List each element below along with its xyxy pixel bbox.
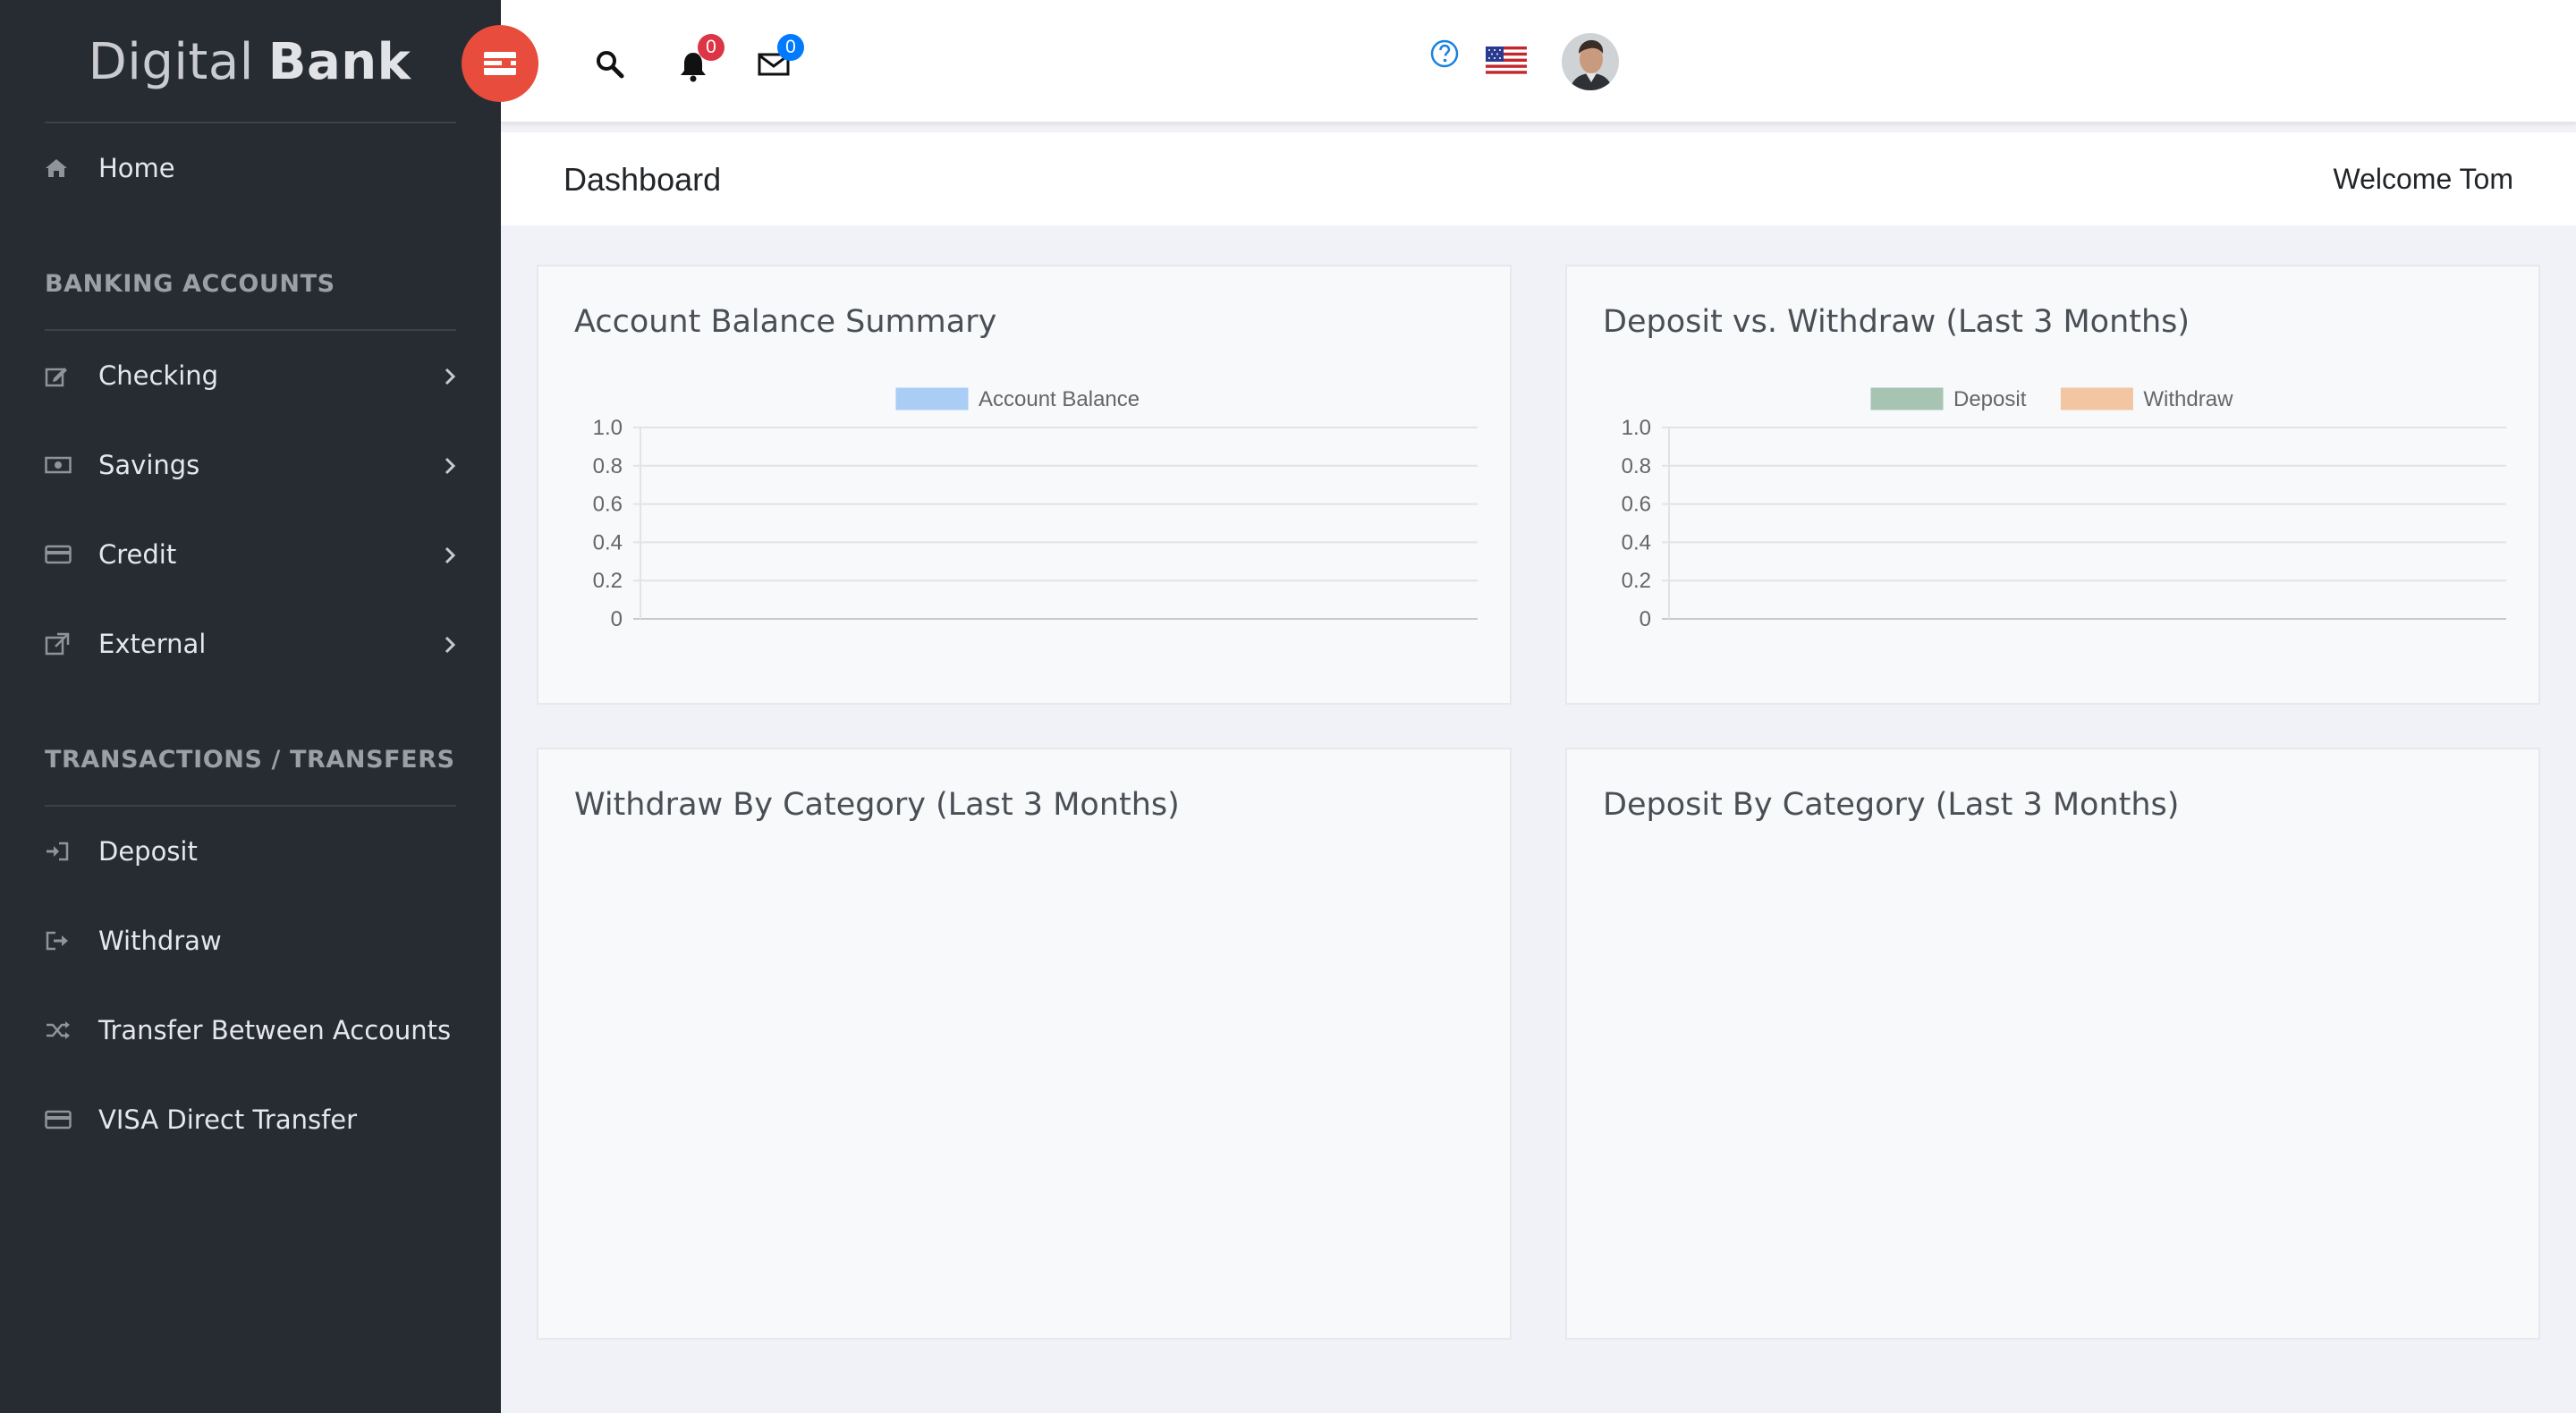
legend-label: Account Balance	[979, 387, 1140, 411]
deposit-withdraw-chart: Deposit Withdraw 1.0 0.8 0.6 0.4 0.2 0	[1622, 387, 2506, 631]
section-title-banking: BANKING ACCOUNTS	[45, 270, 335, 298]
question-circle-icon	[1430, 39, 1459, 68]
sidebar-item-label: Savings	[98, 450, 200, 480]
search-button[interactable]	[595, 49, 625, 84]
edit-icon	[45, 364, 98, 387]
y-tick-label: 0.2	[1622, 569, 1651, 593]
sign-in-icon	[45, 841, 98, 862]
sidebar-item-label: Deposit	[98, 836, 198, 867]
chevron-right-icon	[444, 453, 456, 483]
sidebar-item-transfer[interactable]: Transfer Between Accounts	[45, 1002, 456, 1059]
sidebar-item-label: Transfer Between Accounts	[98, 1015, 452, 1045]
card-title: Deposit By Category (Last 3 Months)	[1603, 787, 2180, 823]
sidebar: Digital Bank Home BANKING ACCOUNTS Check…	[0, 0, 501, 1413]
section-title-transactions: TRANSACTIONS / TRANSFERS	[45, 746, 455, 774]
sidebar-item-label: Home	[98, 153, 175, 183]
language-selector[interactable]	[1486, 47, 1527, 80]
page-title-bar: Dashboard Welcome Tom	[501, 132, 2576, 225]
home-icon	[45, 157, 98, 179]
welcome-message: Welcome Tom	[2333, 163, 2513, 195]
credit-card-icon	[45, 545, 98, 564]
sidebar-item-external[interactable]: External	[45, 615, 456, 673]
money-icon	[45, 455, 98, 475]
brand-logo[interactable]: Digital Bank	[0, 0, 501, 123]
legend-swatch	[895, 387, 969, 410]
chevron-right-icon	[444, 363, 456, 393]
y-tick-label: 0	[611, 607, 623, 631]
messages-badge: 0	[777, 34, 804, 61]
withdraw-category-card: Withdraw By Category (Last 3 Months)	[537, 748, 1512, 1340]
deposit-category-card: Deposit By Category (Last 3 Months)	[1565, 748, 2540, 1340]
search-icon	[597, 51, 624, 79]
page-title: Dashboard	[564, 161, 722, 198]
sidebar-item-label: External	[98, 629, 207, 659]
sidebar-divider	[45, 805, 456, 807]
messages-button[interactable]: 0	[758, 34, 804, 81]
y-tick-label: 0.6	[593, 493, 623, 517]
y-tick-label: 0.8	[1622, 454, 1651, 478]
brand-bold: Bank	[267, 32, 411, 91]
external-link-icon	[45, 632, 98, 656]
legend-swatch	[2060, 387, 2133, 410]
y-tick-label: 1.0	[1622, 416, 1651, 440]
legend-label: Withdraw	[2143, 387, 2233, 411]
y-tick-label: 0.4	[593, 530, 623, 554]
y-tick-label: 0.8	[593, 454, 623, 478]
deposit-withdraw-card: Deposit vs. Withdraw (Last 3 Months) Dep…	[1565, 265, 2540, 705]
sidebar-item-home[interactable]: Home	[45, 140, 456, 197]
user-avatar[interactable]	[1561, 32, 1620, 96]
sidebar-item-deposit[interactable]: Deposit	[45, 823, 456, 880]
legend-swatch	[1870, 387, 1944, 410]
brand-light: Digital	[88, 32, 254, 91]
sidebar-item-checking[interactable]: Checking	[45, 347, 456, 404]
credit-card-icon	[45, 1110, 98, 1130]
sidebar-item-label: Checking	[98, 360, 219, 391]
y-tick-label: 0.2	[593, 569, 623, 593]
menu-toggle-button[interactable]	[462, 25, 538, 102]
help-button[interactable]	[1429, 38, 1460, 73]
sidebar-item-label: Withdraw	[98, 926, 222, 956]
avatar-icon	[1562, 33, 1619, 90]
shuffle-icon	[45, 1020, 98, 1041]
sidebar-item-visa-direct[interactable]: VISA Direct Transfer	[45, 1091, 456, 1148]
y-tick-label: 0.6	[1622, 493, 1651, 517]
notifications-button[interactable]: 0	[678, 34, 724, 87]
legend-label: Deposit	[1953, 387, 2027, 411]
us-flag-icon	[1486, 47, 1527, 75]
sidebar-item-savings[interactable]: Savings	[45, 436, 456, 494]
top-header: 0 0	[462, 0, 2576, 123]
sidebar-item-label: VISA Direct Transfer	[98, 1104, 358, 1135]
sidebar-divider	[45, 122, 456, 123]
account-balance-card: Account Balance Summary Account Balance 1…	[537, 265, 1512, 705]
menu-icon	[484, 52, 516, 75]
sidebar-item-label: Credit	[98, 539, 177, 570]
sidebar-item-credit[interactable]: Credit	[45, 526, 456, 583]
chevron-right-icon	[444, 631, 456, 662]
sidebar-item-withdraw[interactable]: Withdraw	[45, 912, 456, 969]
sign-out-icon	[45, 930, 98, 952]
card-title: Withdraw By Category (Last 3 Months)	[574, 787, 1180, 823]
y-tick-label: 0.4	[1622, 530, 1651, 554]
chevron-right-icon	[444, 542, 456, 572]
account-balance-chart: Account Balance 1.0 0.8 0.6 0.4 0.2 0	[593, 387, 1478, 631]
y-tick-label: 0	[1640, 607, 1651, 631]
notifications-badge: 0	[698, 34, 724, 61]
y-tick-label: 1.0	[593, 416, 623, 440]
sidebar-divider	[45, 329, 456, 331]
